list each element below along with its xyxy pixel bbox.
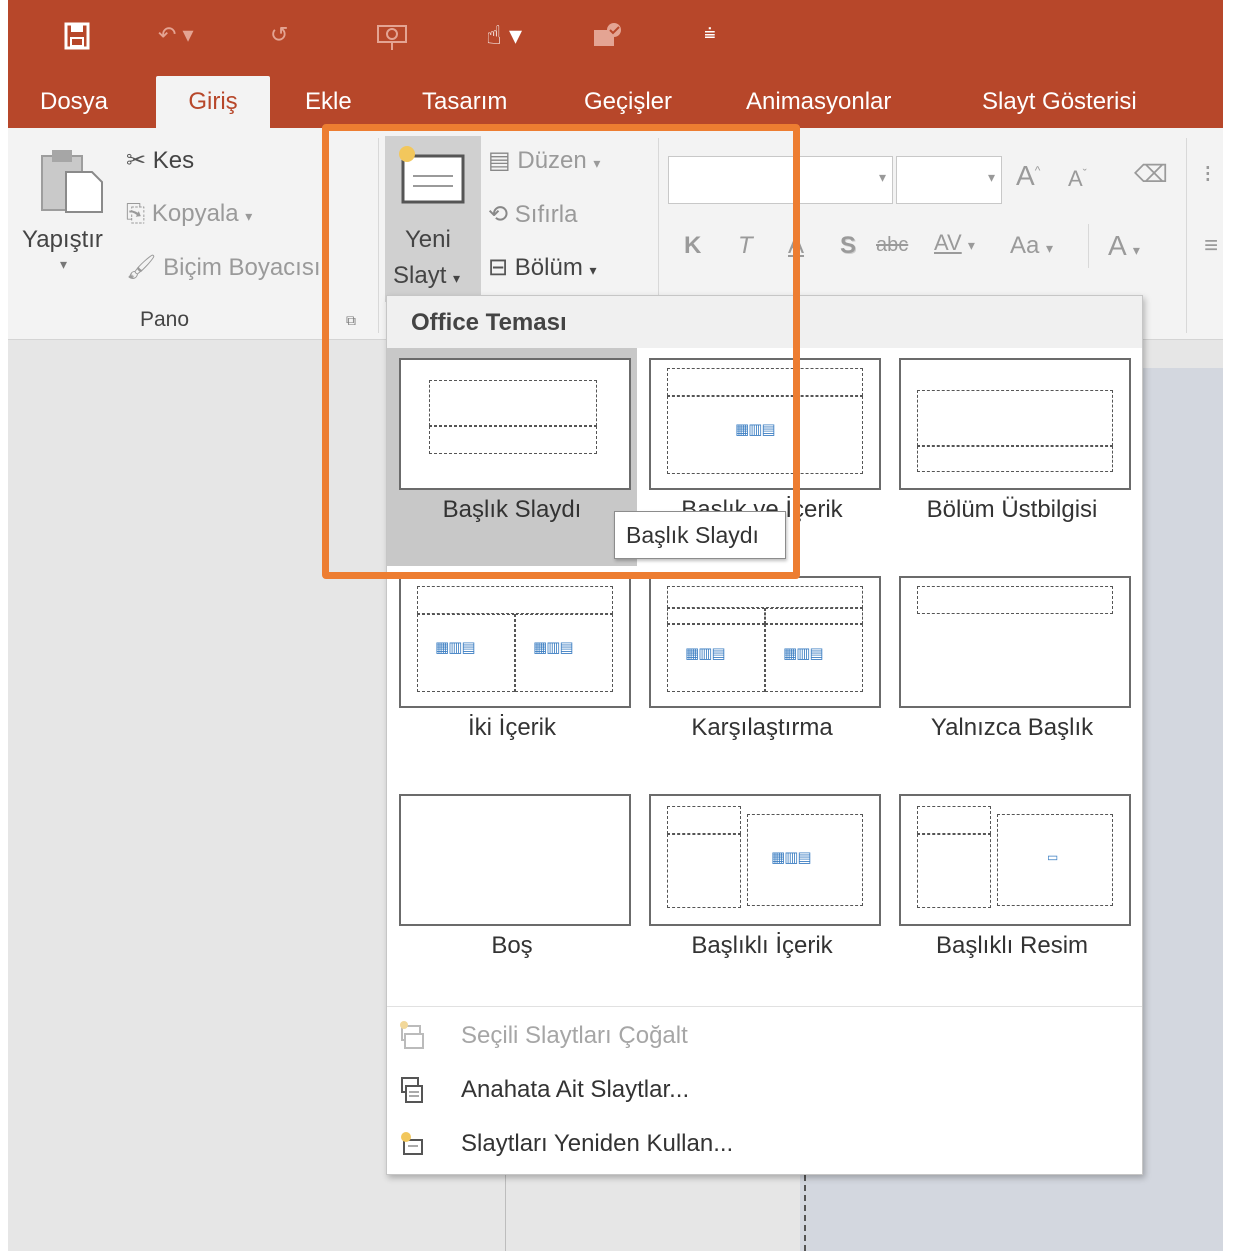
content-placeholder-icon: ▦▥▤ [771,849,812,866]
duplicate-slides-icon [400,1021,424,1049]
outline-slides-icon [401,1077,423,1103]
pane-divider [505,1175,506,1251]
menu-reuse-slides[interactable]: Slaytları Yeniden Kullan... [387,1120,1142,1172]
menu-slides-from-outline[interactable]: Anahata Ait Slaytlar... [387,1066,1142,1118]
group-divider [1186,138,1187,333]
slide-edge [804,1175,806,1251]
layout-label: Yalnızca Başlık [930,714,1094,741]
layout-thumbnail [899,358,1131,490]
layout-thumbnail: ▦▥▤ ▦▥▤ [399,576,631,708]
customize-icon[interactable]: ⩧ [704,24,716,44]
cut-button[interactable]: ✂ Kes [126,146,194,175]
grow-font-button[interactable]: A^ [1016,160,1040,192]
layout-section-header[interactable]: Bölüm Üstbilgisi [887,348,1137,566]
layout-thumbnail: ▦▥▤ ▦▥▤ [649,576,881,708]
layout-content-with-caption[interactable]: ▦▥▤ Başlıklı İçerik [637,784,887,1002]
layout-comparison[interactable]: ▦▥▤ ▦▥▤ Karşılaştırma [637,566,887,784]
layout-thumbnail [399,794,631,926]
menu-label: Seçili Slaytları Çoğalt [461,1022,688,1049]
layout-label: Başlıklı İçerik [691,932,833,959]
tab-gecisler[interactable]: Geçişler [570,76,686,128]
clipboard-group-label: Pano [140,308,190,331]
layout-label: Başlıklı Resim [935,932,1089,959]
tab-tasarim[interactable]: Tasarım [408,76,521,128]
layout-label: Bölüm Üstbilgisi [926,496,1098,523]
shrink-font-button[interactable]: Aˇ [1068,166,1087,192]
char-spacing-button[interactable]: AV ▾ [934,230,975,256]
title-bar: ↶ ▾ ↺ ☝ ▾ ⩧ [8,0,1223,76]
tab-dosya[interactable]: Dosya [26,76,122,128]
chevron-down-icon: ▾ [987,169,995,185]
copy-label: Kopyala [151,200,239,227]
picture-placeholder-icon: ▭ [1047,850,1058,864]
copy-icon: ⎘ [126,200,146,227]
paste-button[interactable]: Yapıştır [22,226,103,254]
accessibility-icon[interactable] [590,20,624,56]
tab-slayt-gosterisi[interactable]: Slayt Gösterisi [968,76,1151,128]
layout-thumbnail: ▦▥▤ [649,794,881,926]
format-painter-button[interactable]: 🖌 Biçim Boyacısı [126,253,321,282]
menu-divider [387,1006,1142,1007]
menu-duplicate-slides[interactable]: Seçili Slaytları Çoğalt [387,1012,1142,1064]
layout-two-content[interactable]: ▦▥▤ ▦▥▤ İki İçerik [387,566,637,784]
ribbon-tabs: Dosya Giriş Ekle Tasarım Geçişler Animas… [8,76,1223,128]
content-placeholder-icon: ▦▥▤ [783,645,824,662]
chevron-down-icon: ▾ [878,169,886,185]
bullets-icon[interactable]: ⁝ [1204,160,1212,189]
redo-icon[interactable]: ↺ [270,24,288,46]
menu-label: Anahata Ait Slaytlar... [461,1076,690,1103]
paintbrush-icon: 🖌 [126,254,157,281]
undo-icon[interactable]: ↶ ▾ [158,24,194,46]
layout-thumbnail: ▭ [899,794,1131,926]
cut-label: Kes [152,147,195,174]
copy-button[interactable]: ⎘ Kopyala ▾ [126,200,252,228]
clear-format-icon[interactable]: ⌫ [1134,160,1168,189]
layout-title-only[interactable]: Yalnızca Başlık [887,566,1137,784]
highlight-box [322,124,800,579]
layout-label: Karşılaştırma [691,714,833,741]
change-case-button[interactable]: Aa ▾ [1010,232,1053,260]
layout-blank[interactable]: Boş [387,784,637,1002]
format-painter-label: Biçim Boyacısı [163,254,321,281]
touch-mode-icon[interactable]: ☝ ▾ [486,22,522,48]
layout-label: Boş [491,932,533,959]
content-placeholder-icon: ▦▥▤ [685,645,726,662]
content-placeholder-icon: ▦▥▤ [435,639,476,656]
reuse-slides-icon [401,1132,423,1155]
divider [1088,224,1089,268]
tab-giris[interactable]: Giriş [156,76,270,128]
align-icon[interactable]: ≡ [1204,232,1218,260]
tab-ekle[interactable]: Ekle [291,76,366,128]
save-icon[interactable] [64,22,90,55]
presenter-icon[interactable] [374,22,410,56]
paste-dropdown-icon[interactable]: ▾ [60,256,67,273]
font-color-button[interactable]: A ▾ [1108,230,1140,262]
font-size-select[interactable]: ▾ [896,156,1002,204]
layout-picture-with-caption[interactable]: ▭ Başlıklı Resim [887,784,1137,1002]
shadow-button[interactable]: S [840,232,856,260]
tab-animasyonlar[interactable]: Animasyonlar [732,76,905,128]
layout-thumbnail [899,576,1131,708]
content-placeholder-icon: ▦▥▤ [533,639,574,656]
scissors-icon: ✂ [126,147,147,174]
strikethrough-button[interactable]: abc [876,234,908,257]
paste-icon[interactable] [38,146,108,221]
layout-label: İki İçerik [467,714,556,741]
menu-label: Slaytları Yeniden Kullan... [461,1130,734,1157]
